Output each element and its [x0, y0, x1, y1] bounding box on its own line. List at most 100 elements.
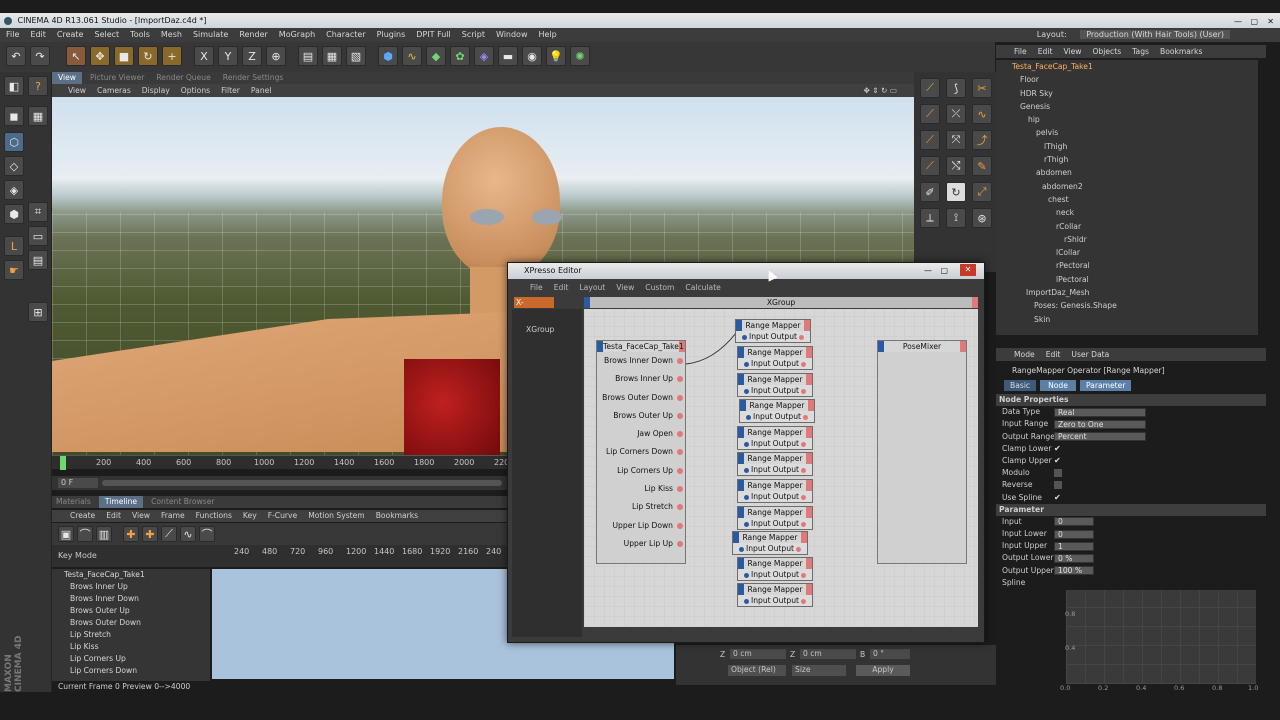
xpresso-minimize-button[interactable]: —	[924, 263, 932, 279]
range-mapper-input[interactable]: Input	[744, 464, 771, 475]
range-mapper-input[interactable]: Input	[739, 543, 766, 554]
paint-icon[interactable]: ✎	[972, 156, 992, 176]
xgroup-tree-item[interactable]: XGroup	[526, 325, 554, 334]
range-mapper-node[interactable]: Range Mapper Input Output	[735, 319, 811, 343]
range-mapper-node[interactable]: Range Mapper Input Output	[737, 557, 813, 581]
add-icon[interactable]: +	[162, 46, 182, 66]
linear-icon[interactable]: ⟋	[161, 526, 177, 542]
tree-item[interactable]: hip	[996, 113, 1258, 126]
vp-menu-panel[interactable]: Panel	[251, 86, 272, 95]
maximize-button[interactable]: ▢	[1250, 14, 1258, 29]
range-mapper-input[interactable]: Input	[744, 358, 771, 369]
nurbs-icon[interactable]: ◆	[426, 46, 446, 66]
menu-dpit[interactable]: DPIT Full	[416, 30, 450, 39]
tree-item[interactable]: abdomen	[996, 166, 1258, 179]
key-mode-icon[interactable]: ▣	[58, 526, 74, 542]
tree-item[interactable]: Poses: Genesis.Shape	[996, 299, 1258, 312]
xpresso-canvas[interactable]: Testa_FaceCap_Take1 Brows Inner Down Bro…	[584, 309, 978, 627]
menu-edit[interactable]: Edit	[30, 30, 46, 39]
posemixer-node[interactable]: PoseMixer	[877, 340, 967, 564]
xp-menu-edit[interactable]: Edit	[554, 283, 569, 292]
menu-help[interactable]: Help	[539, 30, 557, 39]
menu-mograph[interactable]: MoGraph	[279, 30, 315, 39]
input-upper-field[interactable]: 1	[1054, 541, 1094, 551]
clamp-upper-checkbox[interactable]: ✔	[1054, 456, 1062, 465]
xp-menu-file[interactable]: File	[530, 283, 543, 292]
frame-ruler[interactable]: 200 400 600 800 1000 1200 1400 1600 1800…	[52, 455, 512, 470]
tab-picture-viewer[interactable]: Picture Viewer	[86, 72, 148, 84]
range-mapper-node[interactable]: Range Mapper Input Output	[737, 373, 813, 397]
range-mapper-output[interactable]: Output	[768, 543, 801, 554]
menu-create[interactable]: Create	[57, 30, 84, 39]
render-picture-viewer-icon[interactable]: ▦	[322, 46, 342, 66]
spline-pen-icon[interactable]: ∿	[402, 46, 422, 66]
fcurve-mode-icon[interactable]: ⌒	[77, 526, 93, 542]
range-mapper-node[interactable]: Range Mapper Input Output	[737, 346, 813, 370]
tab-view[interactable]: View	[52, 72, 83, 84]
tree-item[interactable]: neck	[996, 206, 1258, 219]
input-range-select[interactable]: Zero to One	[1054, 419, 1146, 429]
autokey-icon[interactable]: ✚	[142, 526, 158, 542]
range-mapper-input[interactable]: Input	[744, 491, 771, 502]
output-upper-field[interactable]: 100 %	[1054, 566, 1094, 576]
clump-icon[interactable]: ⤫	[946, 104, 966, 124]
range-mapper-node[interactable]: Range Mapper Input Output	[737, 479, 813, 503]
xpresso-editor-window[interactable]: XPresso Editor — ▢ ✕ File Edit Layout View C…	[507, 262, 985, 643]
use-spline-checkbox[interactable]: ✔	[1054, 493, 1062, 502]
menu-character[interactable]: Character	[326, 30, 366, 39]
lock-workplane-icon[interactable]: ▤	[28, 250, 48, 270]
modulo-checkbox[interactable]	[1054, 469, 1062, 478]
om-menu-tags[interactable]: Tags	[1132, 47, 1149, 56]
output-port[interactable]: Brows Inner Down	[597, 352, 685, 370]
output-port[interactable]: Lip Corners Down	[597, 443, 685, 461]
output-port[interactable]: Upper Lip Up	[597, 535, 685, 553]
x-manager-tab[interactable]: X-Manager	[514, 297, 554, 318]
tl-menu-motion-system[interactable]: Motion System	[308, 511, 364, 520]
cube-icon[interactable]: ⬢	[378, 46, 398, 66]
range-mapper-output[interactable]: Output	[773, 464, 806, 475]
brush-icon-2[interactable]: ⟋	[920, 104, 940, 124]
workplane-icon[interactable]: ▭	[28, 226, 48, 246]
set-hair-icon[interactable]: ⤢	[972, 182, 992, 202]
rotate-hair-icon[interactable]: ↻	[946, 182, 966, 202]
range-mapper-node[interactable]: Range Mapper Input Output	[739, 399, 815, 423]
curl-icon[interactable]: ∿	[972, 104, 992, 124]
live-select-icon[interactable]: ↖	[66, 46, 86, 66]
tree-item[interactable]: Testa_FaceCap_Take1	[996, 60, 1258, 73]
om-menu-edit[interactable]: Edit	[1038, 47, 1053, 56]
cut-icon[interactable]: ✂	[972, 78, 992, 98]
tree-item[interactable]: ImportDaz_Mesh	[996, 286, 1258, 299]
tl-menu-edit[interactable]: Edit	[106, 511, 121, 520]
tree-item[interactable]: Skin	[996, 313, 1258, 326]
tree-item[interactable]: rShldr	[996, 233, 1258, 246]
coord-mode-select[interactable]: Object (Rel)	[728, 665, 786, 676]
input-field[interactable]: 0	[1054, 517, 1094, 527]
frame-slider[interactable]	[102, 480, 502, 486]
tree-item[interactable]: rCollar	[996, 220, 1258, 233]
tl-menu-functions[interactable]: Functions	[196, 511, 232, 520]
xp-menu-calculate[interactable]: Calculate	[685, 283, 720, 292]
tl-menu-create[interactable]: Create	[70, 511, 95, 520]
output-port[interactable]: Lip Stretch	[597, 498, 685, 516]
xp-menu-view[interactable]: View	[616, 283, 634, 292]
tl-menu-bookmarks[interactable]: Bookmarks	[376, 511, 418, 520]
om-menu-bookmarks[interactable]: Bookmarks	[1160, 47, 1202, 56]
tab-render-queue[interactable]: Render Queue	[152, 72, 214, 84]
redo-icon[interactable]: ↷	[30, 46, 50, 66]
track-row[interactable]: Testa_FaceCap_Take1	[52, 569, 210, 581]
range-mapper-node[interactable]: Range Mapper Input Output	[737, 452, 813, 476]
range-mapper-input[interactable]: Input	[744, 518, 771, 529]
menu-script[interactable]: Script	[462, 30, 485, 39]
tree-item[interactable]: HDR Sky	[996, 87, 1258, 100]
point-mode-icon[interactable]: ◇	[4, 156, 24, 176]
comb-icon[interactable]: ⟆	[946, 78, 966, 98]
menu-select[interactable]: Select	[94, 30, 119, 39]
camera-icon[interactable]: ◉	[522, 46, 542, 66]
coord-z-position[interactable]: 0 cm	[730, 649, 786, 659]
range-mapper-node[interactable]: Range Mapper Input Output	[737, 506, 813, 530]
om-menu-objects[interactable]: Objects	[1092, 47, 1121, 56]
coord-z-size[interactable]: 0 cm	[800, 649, 856, 659]
layout-selector[interactable]: Layout: Production (With Hair Tools) (Us…	[1037, 28, 1241, 42]
xpresso-titlebar[interactable]: XPresso Editor — ▢ ✕	[508, 263, 984, 279]
xp-menu-layout[interactable]: Layout	[579, 283, 605, 292]
